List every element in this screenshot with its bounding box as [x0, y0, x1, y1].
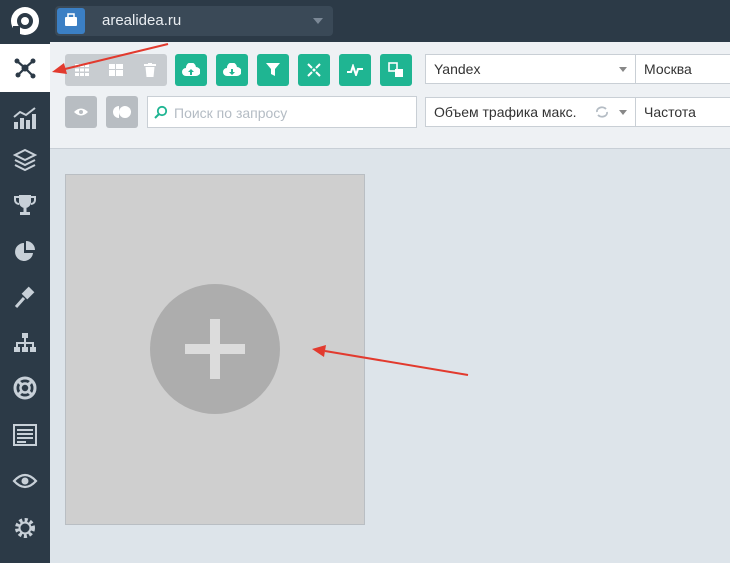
- eye-icon: [74, 108, 88, 116]
- cloud-upload-icon: [182, 63, 200, 76]
- app-logo[interactable]: [8, 4, 42, 38]
- refresh-icon: [596, 106, 608, 118]
- filter-icon: [266, 63, 280, 76]
- briefcase-icon: [57, 8, 85, 34]
- download-button[interactable]: [216, 54, 248, 86]
- expand-arrows-icon: [307, 63, 321, 77]
- project-selector[interactable]: arealidea.ru: [55, 6, 333, 36]
- settings-icon: [15, 518, 35, 538]
- sidebar-item-reports[interactable]: [0, 411, 50, 459]
- sidebar-item-layers[interactable]: [0, 136, 50, 184]
- expand-button[interactable]: [298, 54, 330, 86]
- gavel-icon: [14, 286, 35, 308]
- sidebar-item-settings[interactable]: [0, 504, 50, 552]
- sidebar-item-watch[interactable]: [0, 457, 50, 505]
- toggle-icon: [113, 106, 131, 118]
- sitemap-icon: [14, 333, 36, 352]
- split-view-button[interactable]: [99, 54, 133, 86]
- filter-button[interactable]: [257, 54, 289, 86]
- upload-button[interactable]: [175, 54, 207, 86]
- report-icon: [13, 424, 37, 446]
- network-icon: [14, 58, 36, 79]
- pie-chart-icon: [15, 241, 35, 261]
- search-icon: [154, 105, 168, 119]
- pulse-button[interactable]: [339, 54, 371, 86]
- add-button[interactable]: [150, 284, 280, 414]
- search-input[interactable]: [172, 102, 411, 124]
- sidebar-item-pie[interactable]: [0, 228, 50, 276]
- region-select[interactable]: Москва: [635, 54, 730, 84]
- metric-value: Частота: [644, 104, 696, 120]
- chart-icon: [13, 107, 36, 129]
- traffic-mode-select[interactable]: Объем трафика макс.: [425, 97, 636, 127]
- visibility-button[interactable]: [65, 96, 97, 128]
- sidebar: [0, 42, 50, 563]
- trash-icon: [144, 63, 156, 77]
- toggle-button[interactable]: [106, 96, 138, 128]
- region-value: Москва: [644, 61, 692, 77]
- query-search-field[interactable]: [147, 96, 417, 128]
- project-name: arealidea.ru: [102, 12, 182, 29]
- add-project-card: [65, 174, 365, 525]
- grid-view-button[interactable]: [65, 54, 99, 86]
- cloud-download-icon: [223, 63, 241, 76]
- lifebuoy-icon: [13, 376, 37, 400]
- sidebar-item-support[interactable]: [0, 364, 50, 412]
- sidebar-item-network[interactable]: [0, 44, 50, 92]
- translate-button[interactable]: [380, 54, 412, 86]
- traffic-mode-value: Объем трафика макс.: [434, 104, 577, 120]
- search-engine-select[interactable]: Yandex: [425, 54, 636, 84]
- sidebar-item-trophy[interactable]: [0, 181, 50, 229]
- view-button-group: [65, 54, 167, 86]
- columns-icon: [109, 64, 123, 76]
- sidebar-item-sitemap[interactable]: [0, 319, 50, 367]
- chevron-down-icon: [619, 110, 627, 115]
- sidebar-item-chart[interactable]: [0, 94, 50, 142]
- search-engine-value: Yandex: [434, 61, 481, 77]
- pulse-icon: [347, 64, 363, 76]
- layers-icon: [13, 148, 37, 172]
- chevron-down-icon: [313, 18, 323, 24]
- toolbar: Yandex Москва Объем трафика макс. Частот…: [50, 42, 730, 149]
- eye-icon: [12, 473, 38, 489]
- chevron-down-icon: [619, 67, 627, 72]
- top-bar: arealidea.ru: [0, 0, 730, 42]
- sidebar-item-gavel[interactable]: [0, 274, 50, 322]
- grid-icon: [75, 64, 89, 76]
- trophy-icon: [14, 195, 36, 215]
- delete-button[interactable]: [133, 54, 167, 86]
- translate-icon: [388, 62, 403, 77]
- metric-select[interactable]: Частота: [635, 97, 730, 127]
